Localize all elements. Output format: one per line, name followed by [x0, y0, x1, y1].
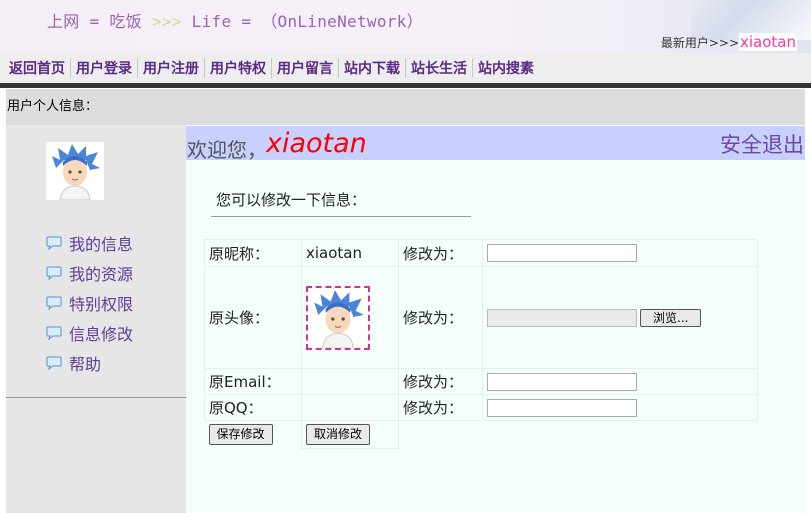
nav-download[interactable]: 站内下载 — [338, 58, 405, 78]
avatar-file-input[interactable] — [487, 308, 637, 327]
email-modify-label: 修改为： — [398, 368, 483, 395]
welcome-username: xiaotan — [266, 128, 367, 159]
qq-input[interactable] — [487, 398, 637, 417]
form-row-qq: 原QQ： 修改为： — [204, 394, 758, 421]
form-row-avatar: 原头像： 修改为： 浏览... — [204, 266, 758, 369]
speech-bubble-icon — [46, 296, 62, 310]
sidebar-item-my-info[interactable]: 我的信息 — [46, 228, 133, 258]
cancel-button[interactable]: 取消修改 — [306, 424, 371, 445]
sidebar-item-label: 我的信息 — [69, 235, 134, 254]
avatar-label: 原头像： — [204, 266, 302, 369]
site-title-arrows: >>> — [151, 12, 182, 31]
sidebar-item-label: 帮助 — [69, 355, 102, 374]
nav-search[interactable]: 站内搜素 — [472, 58, 539, 78]
latest-user-label: 最新用户>>> — [660, 36, 739, 50]
sidebar-item-label: 信息修改 — [69, 325, 134, 344]
form-row-nickname: 原昵称： xiaotan 修改为： — [204, 239, 758, 267]
speech-bubble-icon — [46, 236, 62, 250]
main-nav: 返回首页 用户登录 用户注册 用户特权 用户留言 站内下载 站长生活 站内搜素 — [0, 53, 811, 88]
sidebar-item-special-permissions[interactable]: 特别权限 — [46, 288, 133, 318]
form-row-email: 原Email： 修改为： — [204, 368, 758, 395]
edit-hint: 您可以修改一下信息： — [216, 191, 367, 209]
speech-bubble-icon — [46, 266, 62, 280]
sidebar-item-my-resources[interactable]: 我的资源 — [46, 258, 133, 288]
sidebar-item-edit-info[interactable]: 信息修改 — [46, 318, 133, 348]
nav-register[interactable]: 用户注册 — [137, 58, 204, 78]
user-info-bar: 用户个人信息： — [6, 89, 805, 125]
nav-home[interactable]: 返回首页 — [4, 58, 70, 78]
save-button[interactable]: 保存修改 — [208, 424, 273, 446]
sidebar-item-label: 我的资源 — [69, 265, 134, 284]
main-content: 欢迎您， xiaotan 安全退出 您可以修改一下信息： 原昵称： xiaota… — [186, 125, 805, 513]
latest-user: 最新用户>>>xiaotan — [661, 33, 797, 51]
nickname-value: xiaotan — [301, 239, 399, 267]
sidebar: 我的信息 我的资源 特别权限 信息修改 帮助 — [6, 125, 186, 513]
nav-life[interactable]: 站长生活 — [405, 58, 472, 78]
current-avatar-image — [306, 285, 370, 350]
nickname-modify-label: 修改为： — [398, 239, 483, 267]
latest-user-name[interactable]: xiaotan — [739, 33, 797, 51]
site-title-part2: Life = （OnLineNetwork） — [181, 12, 423, 31]
site-title-part1: 上网 = 吃饭 — [47, 12, 152, 31]
hint-underline — [211, 216, 471, 217]
email-value — [301, 368, 399, 395]
form-row-actions: 保存修改 取消修改 — [205, 420, 758, 449]
email-input[interactable] — [487, 372, 637, 391]
email-label: 原Email： — [204, 368, 302, 395]
nav-guestbook[interactable]: 用户留言 — [271, 58, 338, 78]
nickname-input[interactable] — [487, 244, 637, 262]
welcome-bar: 欢迎您， xiaotan 安全退出 — [186, 126, 805, 162]
qq-label: 原QQ： — [204, 394, 302, 421]
sidebar-item-help[interactable]: 帮助 — [46, 348, 133, 378]
header-banner: 上网 = 吃饭 >>> Life = （OnLineNetwork） 最新用户>… — [0, 0, 811, 53]
browse-button[interactable]: 浏览... — [640, 308, 702, 327]
nickname-label: 原昵称： — [204, 239, 302, 267]
welcome-prefix: 欢迎您， — [187, 138, 267, 162]
qq-modify-label: 修改为： — [398, 394, 483, 421]
speech-bubble-icon — [46, 326, 62, 340]
user-info-label: 用户个人信息： — [7, 99, 99, 114]
sidebar-divider — [6, 397, 186, 398]
site-title: 上网 = 吃饭 >>> Life = （OnLineNetwork） — [47, 8, 423, 32]
avatar-modify-label: 修改为： — [398, 266, 483, 369]
nav-privilege[interactable]: 用户特权 — [204, 58, 271, 78]
speech-bubble-icon — [46, 356, 62, 370]
qq-value — [301, 394, 399, 421]
sidebar-menu: 我的信息 我的资源 特别权限 信息修改 帮助 — [46, 228, 133, 378]
logout-link[interactable]: 安全退出 — [720, 129, 804, 159]
sidebar-item-label: 特别权限 — [69, 295, 134, 314]
profile-edit-form: 原昵称： xiaotan 修改为： 原头像： 修改为： 浏览... 原Email… — [204, 239, 758, 449]
user-avatar — [46, 142, 104, 201]
nav-login[interactable]: 用户登录 — [70, 58, 137, 78]
